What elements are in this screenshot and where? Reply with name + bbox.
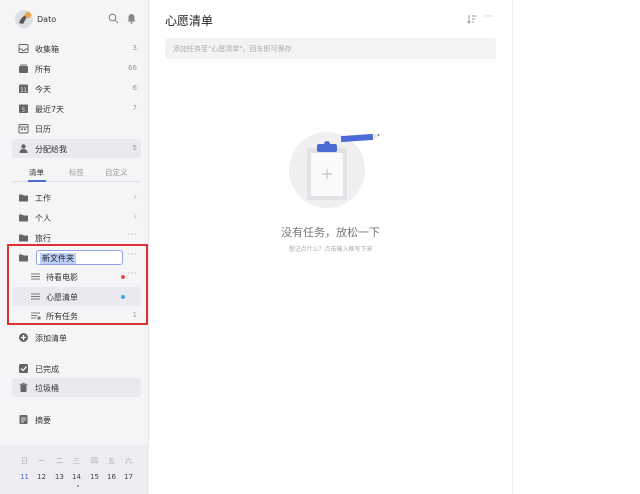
folder-icon	[18, 192, 29, 203]
tab-tags[interactable]: 标签	[69, 167, 84, 178]
nav-next7-label: 最近7天	[35, 105, 65, 114]
inbox-icon	[18, 43, 29, 54]
nav-today-count: 6	[132, 84, 137, 92]
plus-circle-icon	[18, 332, 29, 343]
clipboard-illustration	[289, 124, 384, 214]
nav-assigned-count: 5	[132, 144, 137, 152]
more-icon[interactable]: ···	[485, 12, 495, 22]
cal-weekday: 五	[108, 457, 115, 465]
tab-active-indicator	[28, 180, 46, 182]
today-icon: 11	[18, 83, 29, 94]
week-icon: 5	[18, 103, 29, 114]
folder-icon	[18, 232, 29, 243]
user-name[interactable]: Dato	[37, 15, 56, 24]
empty-state-title: 没有任务，放松一下	[281, 226, 380, 239]
nav-trash-label: 垃圾桶	[35, 384, 59, 393]
add-task-input[interactable]: 添加任务至"心愿清单"，回车即可保存	[165, 38, 496, 59]
cal-weekday: 四	[91, 457, 98, 465]
chevron-left-icon[interactable]: ‹	[134, 212, 137, 221]
detail-panel	[512, 0, 640, 494]
tab-custom[interactable]: 自定义	[105, 167, 128, 178]
cal-day[interactable]: 15	[86, 473, 103, 481]
trash-icon	[18, 382, 29, 393]
search-icon[interactable]	[108, 13, 119, 24]
nav-completed[interactable]: 已完成	[12, 359, 141, 378]
nav-calendar-label: 日历	[35, 125, 51, 134]
nav-all-label: 所有	[35, 65, 51, 74]
nav-calendar[interactable]: 日历	[12, 119, 141, 138]
avatar[interactable]	[15, 10, 33, 28]
nav-inbox[interactable]: 收集箱 3	[12, 39, 141, 58]
main-panel: 心愿清单 ··· 添加任务至"心愿清单"，回车即可保存 没有任务，放松一下 想记…	[149, 0, 512, 494]
folder-travel-label: 旅行	[35, 234, 51, 243]
empty-state-subtitle: 想记点什么？点击输入框写下来	[288, 246, 373, 253]
bell-icon[interactable]	[126, 13, 137, 24]
folder-personal-label: 个人	[35, 214, 51, 223]
cal-day[interactable]: 14	[68, 473, 85, 481]
nav-trash[interactable]: 垃圾桶	[12, 378, 141, 397]
nav-summary[interactable]: 摘要	[12, 410, 141, 429]
nav-inbox-count: 3	[132, 44, 137, 52]
more-icon[interactable]: ···	[128, 230, 137, 239]
calendar-icon	[18, 123, 29, 134]
cal-weekday: 六	[125, 457, 132, 465]
cal-day[interactable]: 11	[16, 473, 33, 481]
nav-next7[interactable]: 5 最近7天 7	[12, 99, 141, 118]
cal-weekday: 日	[21, 457, 28, 465]
cal-weekday: 三	[73, 457, 80, 465]
nav-assigned-label: 分配给我	[35, 145, 67, 154]
nav-inbox-label: 收集箱	[35, 45, 59, 54]
mini-calendar: 日 一 二 三 四 五 六 11 12 13 14 15 16 17	[0, 445, 149, 494]
assigned-icon	[18, 143, 29, 154]
sidebar: Dato 收集箱 3 所有 66 11 今天 6 5 最近7天 7 日历 分配给…	[0, 0, 149, 494]
nav-completed-label: 已完成	[35, 365, 59, 374]
add-list-label: 添加清单	[35, 334, 67, 343]
chevron-left-icon[interactable]: ‹	[134, 192, 137, 201]
cal-day[interactable]: 17	[120, 473, 137, 481]
nav-summary-label: 摘要	[35, 416, 51, 425]
nav-all[interactable]: 所有 66	[12, 59, 141, 78]
page-title: 心愿清单	[165, 14, 214, 28]
sort-icon[interactable]	[467, 14, 477, 24]
today-icon-day: 11	[20, 88, 26, 94]
folder-work[interactable]: 工作 ‹	[12, 188, 141, 207]
cal-day[interactable]: 12	[33, 473, 50, 481]
cal-event-dot	[77, 485, 79, 487]
tab-lists[interactable]: 清单	[29, 167, 44, 178]
sidebar-header: Dato	[0, 0, 149, 36]
nav-today[interactable]: 11 今天 6	[12, 79, 141, 98]
nav-today-label: 今天	[35, 85, 51, 94]
nav-assigned[interactable]: 分配给我 5	[12, 139, 141, 158]
highlight-annotation	[7, 244, 148, 325]
cal-day[interactable]: 13	[51, 473, 68, 481]
check-icon	[18, 363, 29, 374]
cal-weekday: 二	[56, 457, 63, 465]
folder-icon	[18, 212, 29, 223]
list-tabs: 清单 标签 自定义	[12, 162, 141, 182]
week-icon-day: 5	[22, 108, 25, 114]
cal-weekday: 一	[38, 457, 45, 465]
nav-next7-count: 7	[132, 104, 137, 112]
all-icon	[18, 63, 29, 74]
nav-all-count: 66	[128, 64, 137, 72]
summary-icon	[18, 414, 29, 425]
add-task-placeholder: 添加任务至"心愿清单"，回车即可保存	[173, 45, 292, 53]
add-list-button[interactable]: 添加清单	[12, 328, 141, 347]
folder-work-label: 工作	[35, 194, 51, 203]
folder-personal[interactable]: 个人 ‹	[12, 208, 141, 227]
cal-day[interactable]: 16	[103, 473, 120, 481]
